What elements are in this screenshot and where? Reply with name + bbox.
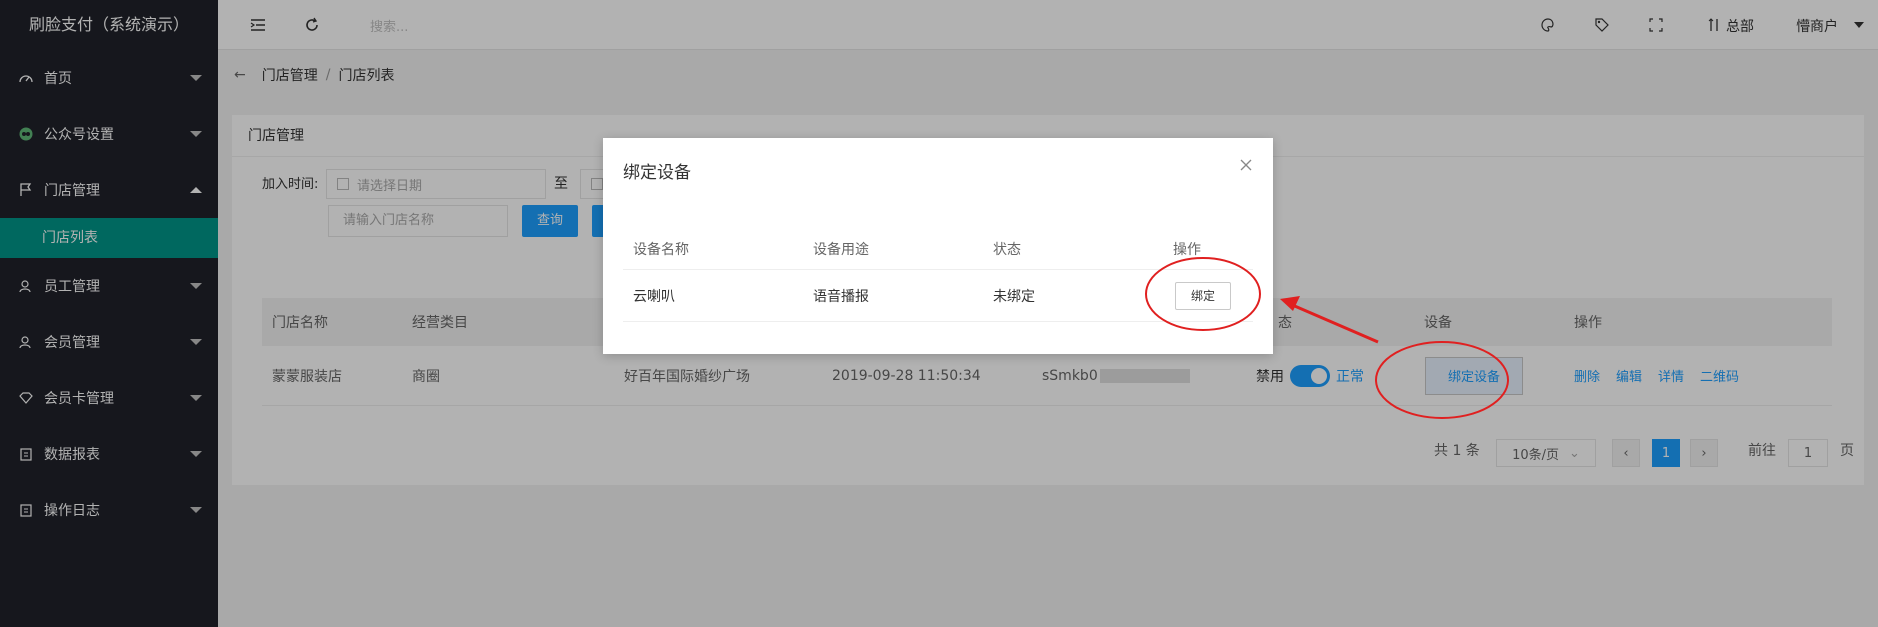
- modal-title: 绑定设备: [623, 163, 691, 183]
- col-device-name: 设备名称: [633, 241, 689, 258]
- col-device-status: 状态: [993, 241, 1021, 258]
- modal-table-header: 设备名称 设备用途 状态 操作: [623, 228, 1253, 270]
- col-device-usage: 设备用途: [813, 241, 869, 258]
- device-action-cell: 绑定: [1175, 270, 1231, 321]
- close-icon[interactable]: [1239, 158, 1255, 174]
- device-name-cell: 云喇叭: [633, 288, 675, 305]
- bind-button[interactable]: 绑定: [1175, 281, 1231, 310]
- col-device-action: 操作: [1173, 241, 1201, 258]
- bind-device-modal: 绑定设备 设备名称 设备用途 状态 操作 云喇叭 语音播报 未绑定 绑定: [603, 138, 1273, 354]
- table-row: 云喇叭 语音播报 未绑定 绑定: [623, 270, 1253, 322]
- device-status-cell: 未绑定: [993, 288, 1035, 305]
- device-usage-cell: 语音播报: [813, 288, 869, 305]
